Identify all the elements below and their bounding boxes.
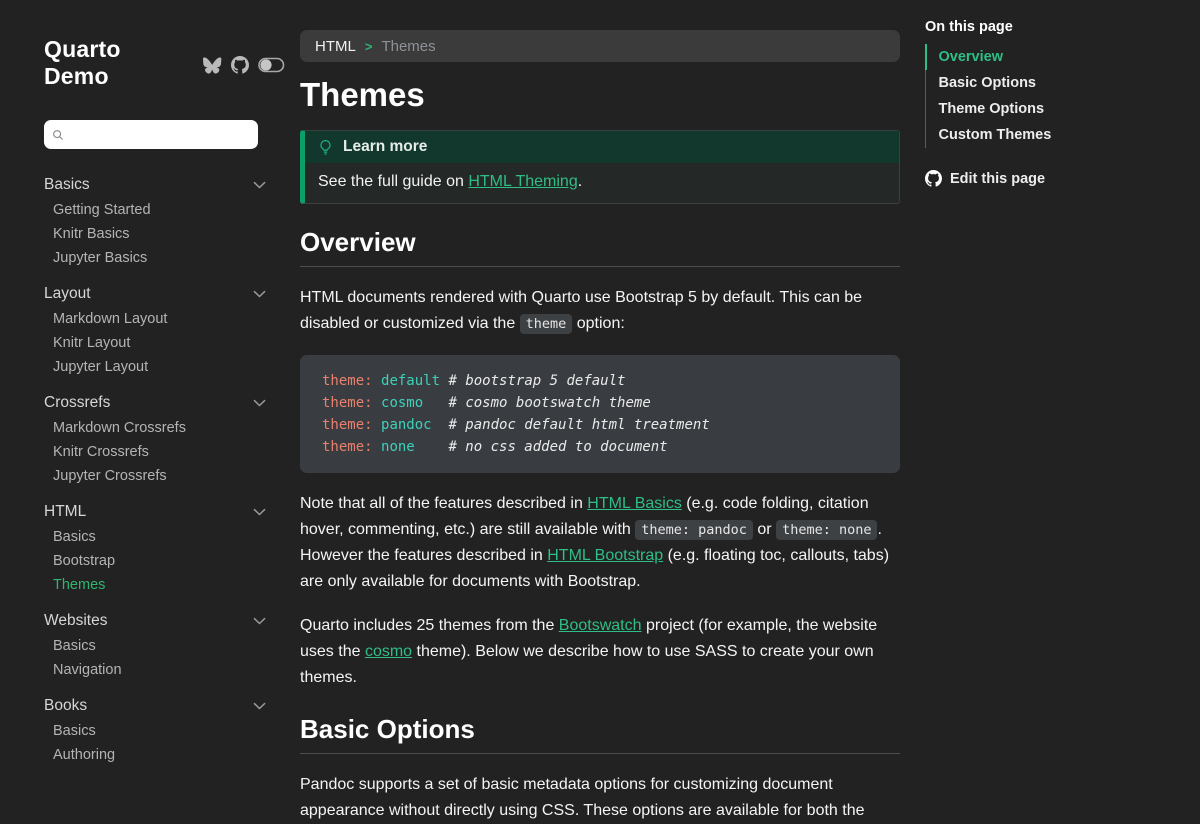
sidebar-section-label: Layout	[44, 281, 91, 307]
bluesky-icon[interactable]	[203, 57, 222, 74]
lightbulb-icon	[318, 139, 333, 156]
paragraph: Pandoc supports a set of basic metadata …	[300, 772, 900, 824]
brand-row: Quarto Demo	[44, 36, 285, 90]
sidebar-item-themes[interactable]: Themes	[44, 573, 266, 597]
code-line: theme: cosmo # cosmo bootswatch theme	[322, 392, 878, 414]
paragraph: Quarto includes 25 themes from the Boots…	[300, 613, 900, 691]
toc-item-custom-themes[interactable]: Custom Themes	[925, 122, 1186, 148]
inline-code: theme	[520, 314, 573, 334]
callout-learn-more: Learn more See the full guide on HTML Th…	[300, 130, 900, 204]
chevron-down-icon	[253, 508, 266, 516]
link-html-bootstrap[interactable]: HTML Bootstrap	[547, 547, 663, 564]
sidebar-item-basics[interactable]: Basics	[44, 719, 266, 743]
sidebar-nav: BasicsGetting StartedKnitr BasicsJupyter…	[44, 172, 266, 767]
sidebar-item-jupyter-crossrefs[interactable]: Jupyter Crossrefs	[44, 464, 266, 488]
heading-rule	[300, 753, 900, 754]
nav-section-books: BooksBasicsAuthoring	[44, 693, 266, 767]
sidebar-item-knitr-crossrefs[interactable]: Knitr Crossrefs	[44, 440, 266, 464]
chevron-down-icon	[253, 617, 266, 625]
nav-section-websites: WebsitesBasicsNavigation	[44, 608, 266, 682]
sidebar-item-getting-started[interactable]: Getting Started	[44, 198, 266, 222]
callout-header: Learn more	[305, 131, 899, 163]
nav-section-crossrefs: CrossrefsMarkdown CrossrefsKnitr Crossre…	[44, 390, 266, 488]
toc: On this page OverviewBasic OptionsTheme …	[925, 19, 1185, 187]
theme-toggle-icon[interactable]	[258, 57, 285, 73]
toc-item-overview[interactable]: Overview	[925, 44, 1186, 70]
toc-item-basic-options[interactable]: Basic Options	[925, 70, 1186, 96]
breadcrumb-separator-icon: >	[365, 39, 373, 54]
sidebar-section-label: Basics	[44, 172, 90, 198]
nav-section-basics: BasicsGetting StartedKnitr BasicsJupyter…	[44, 172, 266, 270]
sidebar-item-navigation[interactable]: Navigation	[44, 658, 266, 682]
toc-item-theme-options[interactable]: Theme Options	[925, 96, 1186, 122]
chevron-down-icon	[253, 181, 266, 189]
sidebar-section-label: HTML	[44, 499, 86, 525]
code-line: theme: pandoc # pandoc default html trea…	[322, 414, 878, 436]
sidebar-item-knitr-layout[interactable]: Knitr Layout	[44, 331, 266, 355]
nav-section-html: HTMLBasicsBootstrapThemes	[44, 499, 266, 597]
main-column: HTML > Themes Themes Learn more See the …	[300, 30, 900, 824]
sidebar: Quarto Demo BasicsGetting StartedKnitr B…	[0, 0, 285, 800]
search-input[interactable]	[70, 126, 250, 143]
sidebar-section-crossrefs[interactable]: Crossrefs	[44, 390, 266, 416]
article-content: Overview HTML documents rendered with Qua…	[300, 226, 900, 824]
callout-title: Learn more	[343, 138, 427, 156]
link-bootswatch[interactable]: Bootswatch	[559, 617, 642, 634]
sidebar-section-books[interactable]: Books	[44, 693, 266, 719]
code-line: theme: none # no css added to document	[322, 436, 878, 458]
callout-body: See the full guide on HTML Theming.	[305, 163, 899, 203]
sidebar-section-websites[interactable]: Websites	[44, 608, 266, 634]
chevron-down-icon	[253, 399, 266, 407]
breadcrumb: HTML > Themes	[300, 30, 900, 62]
link-html-basics[interactable]: HTML Basics	[587, 495, 682, 512]
sidebar-item-knitr-basics[interactable]: Knitr Basics	[44, 222, 266, 246]
search-icon	[52, 128, 64, 142]
toc-list: OverviewBasic OptionsTheme OptionsCustom…	[925, 44, 1185, 148]
sidebar-section-label: Crossrefs	[44, 390, 110, 416]
github-icon	[925, 170, 942, 187]
sidebar-item-markdown-layout[interactable]: Markdown Layout	[44, 307, 266, 331]
sidebar-item-basics[interactable]: Basics	[44, 525, 266, 549]
sidebar-item-jupyter-layout[interactable]: Jupyter Layout	[44, 355, 266, 379]
sidebar-item-authoring[interactable]: Authoring	[44, 743, 266, 767]
heading-rule	[300, 266, 900, 267]
sidebar-section-basics[interactable]: Basics	[44, 172, 266, 198]
section-heading-overview: Overview	[300, 226, 900, 258]
sidebar-section-label: Books	[44, 693, 87, 719]
page-title: Themes	[300, 76, 900, 114]
link-cosmo[interactable]: cosmo	[365, 643, 412, 660]
edit-this-page-link[interactable]: Edit this page	[925, 170, 1185, 187]
sidebar-item-jupyter-basics[interactable]: Jupyter Basics	[44, 246, 266, 270]
search-box[interactable]	[44, 120, 258, 149]
github-icon[interactable]	[231, 56, 249, 74]
toc-title: On this page	[925, 19, 1185, 35]
section-heading-basic-options: Basic Options	[300, 713, 900, 745]
code-line: theme: default # bootstrap 5 default	[322, 370, 878, 392]
sidebar-section-html[interactable]: HTML	[44, 499, 266, 525]
breadcrumb-link-html[interactable]: HTML	[315, 38, 356, 55]
inline-code: theme: none	[776, 520, 877, 540]
paragraph: Note that all of the features described …	[300, 491, 900, 595]
sidebar-item-markdown-crossrefs[interactable]: Markdown Crossrefs	[44, 416, 266, 440]
chevron-down-icon	[253, 702, 266, 710]
sidebar-section-layout[interactable]: Layout	[44, 281, 266, 307]
inline-code: theme: pandoc	[635, 520, 753, 540]
paragraph: HTML documents rendered with Quarto use …	[300, 285, 900, 337]
link-html-theming[interactable]: HTML Theming	[468, 173, 577, 190]
sidebar-item-basics[interactable]: Basics	[44, 634, 266, 658]
edit-this-page-label: Edit this page	[950, 171, 1045, 187]
breadcrumb-current: Themes	[381, 38, 435, 55]
chevron-down-icon	[253, 290, 266, 298]
sidebar-section-label: Websites	[44, 608, 107, 634]
site-title[interactable]: Quarto Demo	[44, 36, 190, 90]
sidebar-item-bootstrap[interactable]: Bootstrap	[44, 549, 266, 573]
nav-section-layout: LayoutMarkdown LayoutKnitr LayoutJupyter…	[44, 281, 266, 379]
code-block: theme: default # bootstrap 5 defaultthem…	[300, 355, 900, 473]
